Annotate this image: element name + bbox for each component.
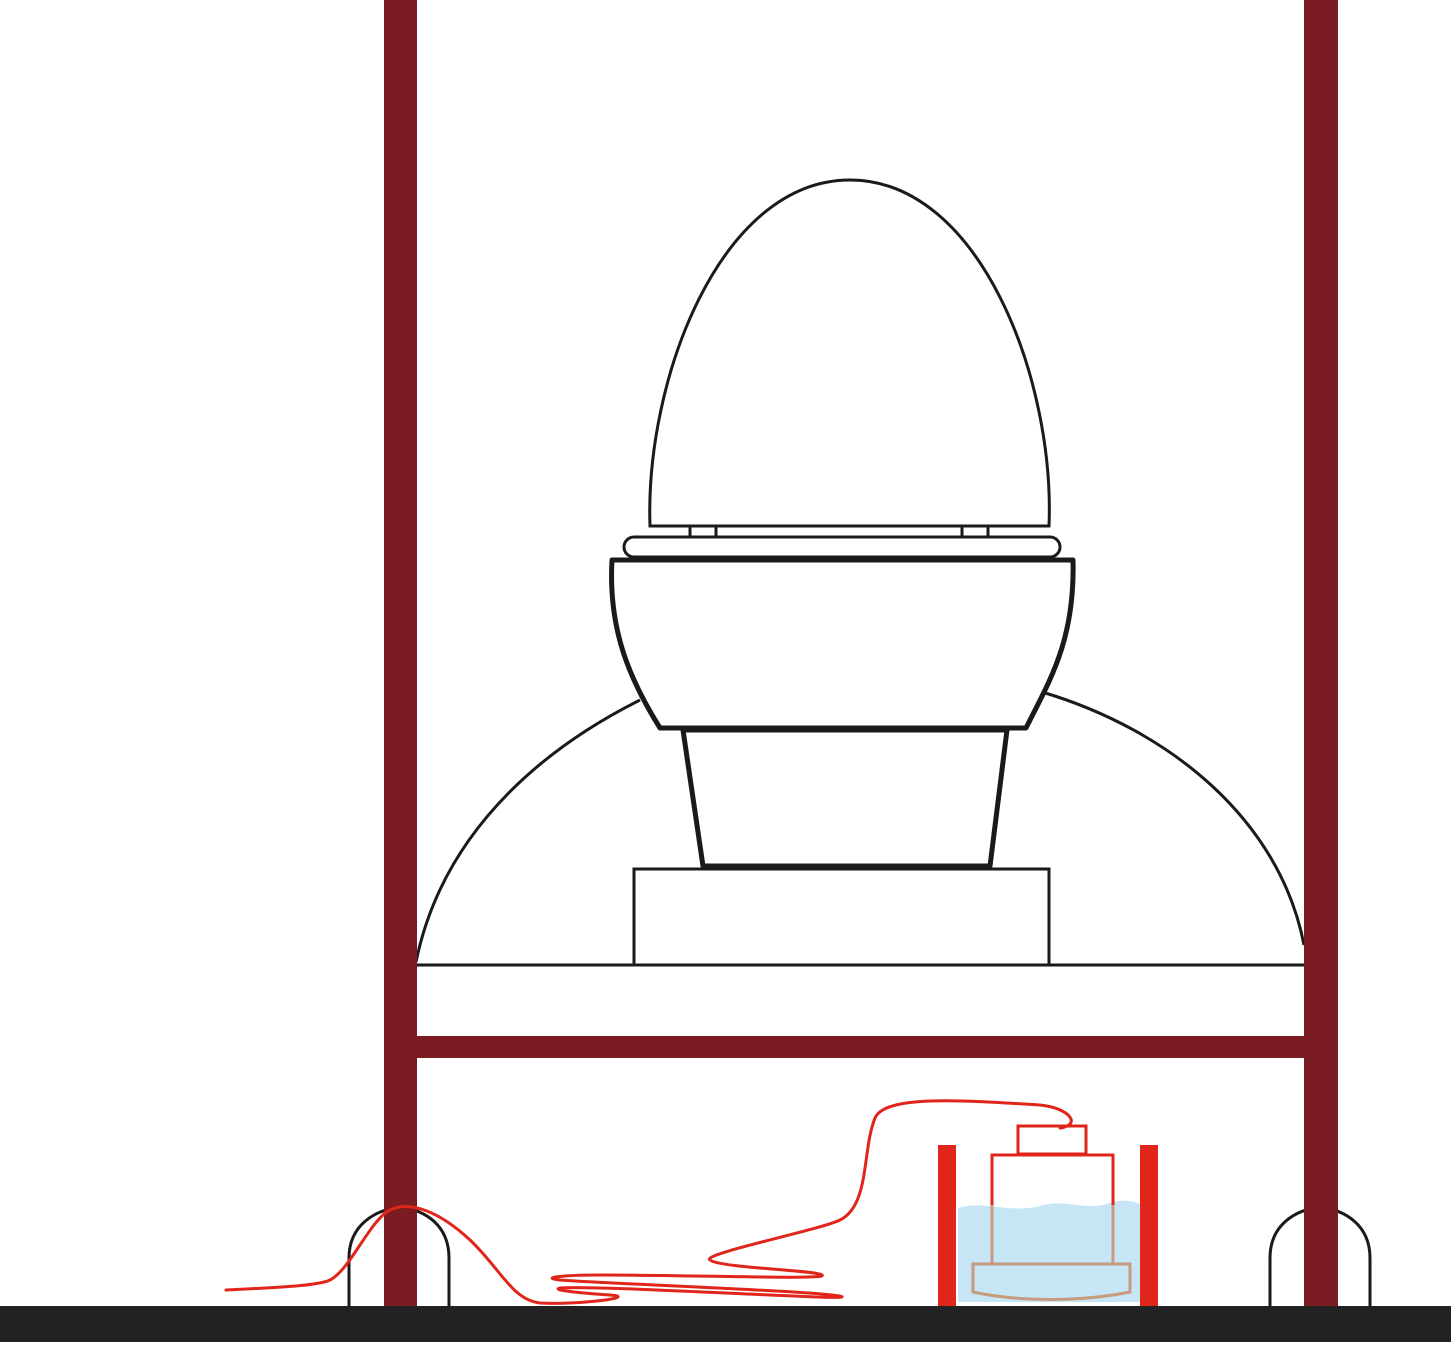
water-tank bbox=[938, 1145, 1158, 1307]
sensor-top-cap bbox=[1016, 1124, 1088, 1156]
bowl bbox=[609, 557, 1076, 731]
frame-crossbar bbox=[417, 1036, 1304, 1058]
egg-lid bbox=[648, 178, 1051, 528]
frame-left-post bbox=[384, 0, 417, 1306]
tank-wall-left bbox=[938, 1145, 956, 1307]
diagram-canvas bbox=[0, 0, 1451, 1342]
tank-wall-right bbox=[1140, 1145, 1158, 1307]
pedestal bbox=[680, 727, 1010, 869]
frame-right-post bbox=[1304, 0, 1338, 1306]
seat-rim bbox=[622, 535, 1062, 559]
floor bbox=[0, 1306, 1451, 1342]
plinth bbox=[632, 867, 1051, 967]
